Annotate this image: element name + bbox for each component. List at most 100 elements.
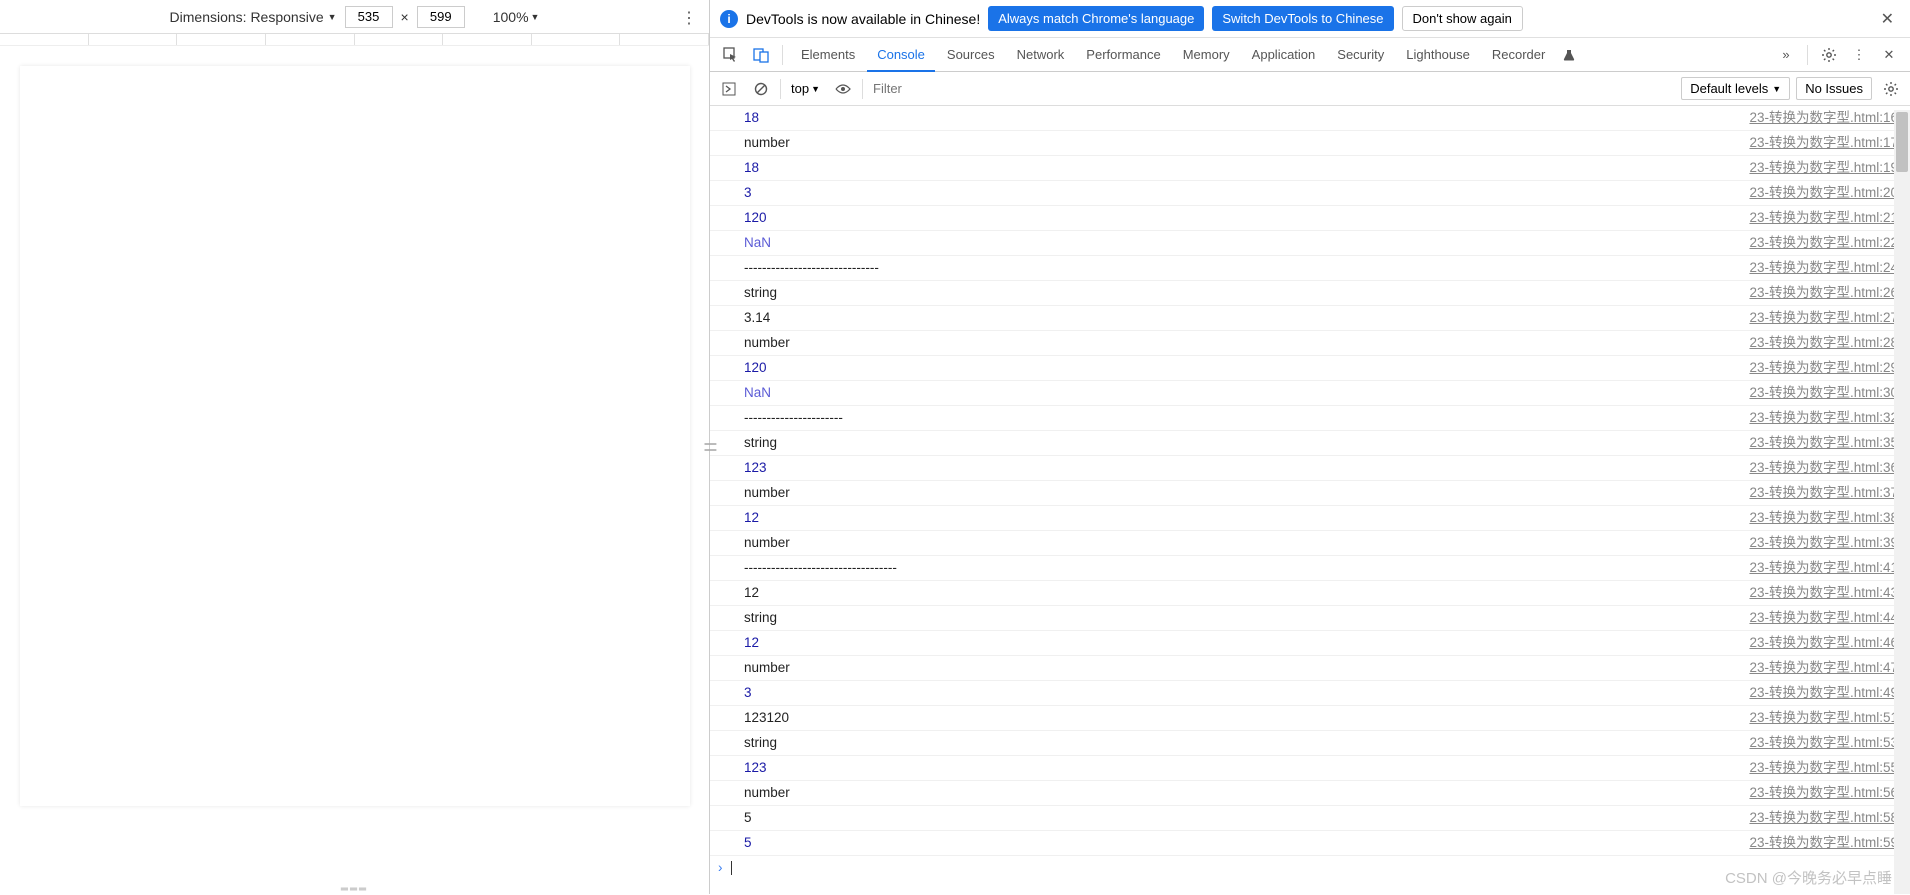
issues-button[interactable]: No Issues: [1796, 77, 1872, 100]
match-language-button[interactable]: Always match Chrome's language: [988, 6, 1204, 31]
log-row[interactable]: 1823-转换为数字型.html:19: [710, 156, 1910, 181]
console-prompt[interactable]: ›: [710, 856, 1910, 879]
device-toggle-icon[interactable]: [748, 42, 774, 68]
more-options-icon[interactable]: ⋮: [681, 8, 697, 28]
more-tabs-icon[interactable]: »: [1773, 42, 1799, 68]
log-row[interactable]: NaN23-转换为数字型.html:22: [710, 231, 1910, 256]
log-row[interactable]: NaN23-转换为数字型.html:30: [710, 381, 1910, 406]
console-output[interactable]: 1823-转换为数字型.html:16number23-转换为数字型.html:…: [710, 106, 1910, 894]
close-devtools-icon[interactable]: ✕: [1876, 42, 1902, 68]
log-source-link[interactable]: 23-转换为数字型.html:27: [1749, 308, 1898, 328]
log-source-link[interactable]: 23-转换为数字型.html:28: [1749, 333, 1898, 353]
log-source-link[interactable]: 23-转换为数字型.html:30: [1749, 383, 1898, 403]
switch-language-button[interactable]: Switch DevTools to Chinese: [1212, 6, 1393, 31]
console-settings-gear-icon[interactable]: [1878, 76, 1904, 102]
filter-input[interactable]: [869, 77, 1675, 100]
log-source-link[interactable]: 23-转换为数字型.html:38: [1749, 508, 1898, 528]
log-row[interactable]: string23-转换为数字型.html:53: [710, 731, 1910, 756]
log-source-link[interactable]: 23-转换为数字型.html:24: [1749, 258, 1898, 278]
text-cursor: [731, 861, 732, 875]
tab-lighthouse[interactable]: Lighthouse: [1396, 39, 1480, 71]
context-selector[interactable]: top ▼: [787, 79, 824, 98]
close-icon[interactable]: ✕: [1875, 9, 1900, 29]
log-source-link[interactable]: 23-转换为数字型.html:56: [1749, 783, 1898, 803]
log-row[interactable]: number23-转换为数字型.html:56: [710, 781, 1910, 806]
inspect-element-icon[interactable]: [718, 42, 744, 68]
log-row[interactable]: 1223-转换为数字型.html:43: [710, 581, 1910, 606]
tab-performance[interactable]: Performance: [1076, 39, 1170, 71]
height-input[interactable]: [417, 6, 465, 28]
log-row[interactable]: number23-转换为数字型.html:17: [710, 131, 1910, 156]
vertical-scrollbar[interactable]: [1894, 110, 1910, 894]
log-source-link[interactable]: 23-转换为数字型.html:41: [1749, 558, 1898, 578]
log-source-link[interactable]: 23-转换为数字型.html:36: [1749, 458, 1898, 478]
scroll-thumb[interactable]: [1896, 112, 1908, 172]
width-input[interactable]: [345, 6, 393, 28]
log-row[interactable]: 1223-转换为数字型.html:46: [710, 631, 1910, 656]
log-source-link[interactable]: 23-转换为数字型.html:44: [1749, 608, 1898, 628]
log-source-link[interactable]: 23-转换为数字型.html:26: [1749, 283, 1898, 303]
dimensions-dropdown[interactable]: Dimensions: Responsive ▼: [170, 9, 337, 25]
tab-console[interactable]: Console: [867, 39, 935, 72]
page-preview[interactable]: [20, 66, 690, 806]
log-source-link[interactable]: 23-转换为数字型.html:47: [1749, 658, 1898, 678]
log-source-link[interactable]: 23-转换为数字型.html:39: [1749, 533, 1898, 553]
log-row[interactable]: 1823-转换为数字型.html:16: [710, 106, 1910, 131]
tab-elements[interactable]: Elements: [791, 39, 865, 71]
log-levels-dropdown[interactable]: Default levels ▼: [1681, 77, 1790, 100]
zoom-dropdown[interactable]: 100% ▼: [493, 9, 540, 25]
log-source-link[interactable]: 23-转换为数字型.html:22: [1749, 233, 1898, 253]
log-row[interactable]: 12323-转换为数字型.html:36: [710, 456, 1910, 481]
log-source-link[interactable]: 23-转换为数字型.html:19: [1749, 158, 1898, 178]
log-row[interactable]: number23-转换为数字型.html:47: [710, 656, 1910, 681]
log-row[interactable]: 12023-转换为数字型.html:21: [710, 206, 1910, 231]
log-row[interactable]: string23-转换为数字型.html:35: [710, 431, 1910, 456]
kebab-menu-icon[interactable]: ⋮: [1846, 42, 1872, 68]
log-row[interactable]: 12023-转换为数字型.html:29: [710, 356, 1910, 381]
tab-memory[interactable]: Memory: [1173, 39, 1240, 71]
log-row[interactable]: ----------------------------------23-转换为…: [710, 556, 1910, 581]
resize-handle-bottom[interactable]: ═══: [0, 884, 709, 894]
log-row[interactable]: number23-转换为数字型.html:28: [710, 331, 1910, 356]
log-row[interactable]: number23-转换为数字型.html:39: [710, 531, 1910, 556]
log-row[interactable]: string23-转换为数字型.html:44: [710, 606, 1910, 631]
log-row[interactable]: 323-转换为数字型.html:20: [710, 181, 1910, 206]
settings-gear-icon[interactable]: [1816, 42, 1842, 68]
log-row[interactable]: number23-转换为数字型.html:37: [710, 481, 1910, 506]
log-source-link[interactable]: 23-转换为数字型.html:53: [1749, 733, 1898, 753]
log-row[interactable]: 523-转换为数字型.html:58: [710, 806, 1910, 831]
log-source-link[interactable]: 23-转换为数字型.html:46: [1749, 633, 1898, 653]
log-row[interactable]: 12312023-转换为数字型.html:51: [710, 706, 1910, 731]
log-source-link[interactable]: 23-转换为数字型.html:59: [1749, 833, 1898, 853]
log-source-link[interactable]: 23-转换为数字型.html:43: [1749, 583, 1898, 603]
tab-recorder[interactable]: Recorder: [1482, 39, 1555, 71]
log-source-link[interactable]: 23-转换为数字型.html:58: [1749, 808, 1898, 828]
log-row[interactable]: 3.1423-转换为数字型.html:27: [710, 306, 1910, 331]
log-source-link[interactable]: 23-转换为数字型.html:29: [1749, 358, 1898, 378]
log-row[interactable]: string23-转换为数字型.html:26: [710, 281, 1910, 306]
log-source-link[interactable]: 23-转换为数字型.html:32: [1749, 408, 1898, 428]
tab-application[interactable]: Application: [1242, 39, 1326, 71]
log-source-link[interactable]: 23-转换为数字型.html:55: [1749, 758, 1898, 778]
log-source-link[interactable]: 23-转换为数字型.html:21: [1749, 208, 1898, 228]
tab-sources[interactable]: Sources: [937, 39, 1005, 71]
log-source-link[interactable]: 23-转换为数字型.html:37: [1749, 483, 1898, 503]
log-row[interactable]: ----------------------23-转换为数字型.html:32: [710, 406, 1910, 431]
log-source-link[interactable]: 23-转换为数字型.html:51: [1749, 708, 1898, 728]
log-row[interactable]: ------------------------------23-转换为数字型.…: [710, 256, 1910, 281]
log-source-link[interactable]: 23-转换为数字型.html:35: [1749, 433, 1898, 453]
log-source-link[interactable]: 23-转换为数字型.html:17: [1749, 133, 1898, 153]
live-expression-eye-icon[interactable]: [830, 76, 856, 102]
log-row[interactable]: 323-转换为数字型.html:49: [710, 681, 1910, 706]
log-row[interactable]: 12323-转换为数字型.html:55: [710, 756, 1910, 781]
tab-security[interactable]: Security: [1327, 39, 1394, 71]
log-row[interactable]: 1223-转换为数字型.html:38: [710, 506, 1910, 531]
log-source-link[interactable]: 23-转换为数字型.html:49: [1749, 683, 1898, 703]
tab-network[interactable]: Network: [1007, 39, 1075, 71]
console-sidebar-toggle-icon[interactable]: [716, 76, 742, 102]
dont-show-button[interactable]: Don't show again: [1402, 6, 1523, 31]
log-source-link[interactable]: 23-转换为数字型.html:20: [1749, 183, 1898, 203]
log-source-link[interactable]: 23-转换为数字型.html:16: [1749, 108, 1898, 128]
log-row[interactable]: 523-转换为数字型.html:59: [710, 831, 1910, 856]
clear-console-icon[interactable]: [748, 76, 774, 102]
